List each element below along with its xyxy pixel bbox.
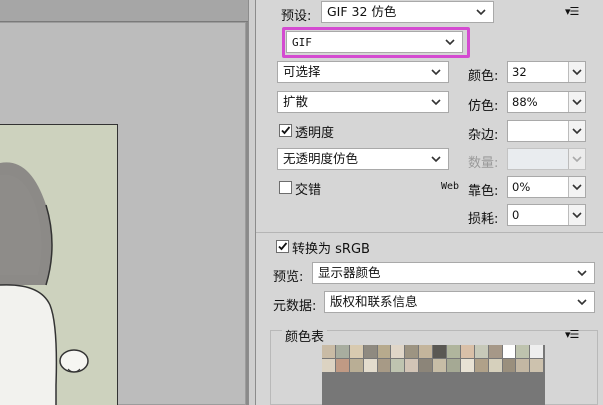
preset-value: GIF 32 仿色 xyxy=(327,4,397,19)
flyout-menu-icon[interactable]: ▾☰ xyxy=(565,5,579,18)
color-swatch[interactable] xyxy=(530,359,545,373)
metadata-label: 元数据: xyxy=(273,299,317,314)
color-swatch[interactable] xyxy=(474,345,489,359)
interlaced-checkbox[interactable] xyxy=(279,181,292,194)
color-swatch[interactable] xyxy=(433,345,448,359)
lossy-value: 0 xyxy=(512,208,520,222)
color-swatch[interactable] xyxy=(447,345,461,359)
preview-select[interactable]: 显示器颜色 xyxy=(312,262,595,284)
color-reduction-select[interactable]: 可选择 xyxy=(277,61,449,83)
chevron-down-icon xyxy=(430,62,442,82)
metadata-value: 版权和联系信息 xyxy=(330,294,418,309)
lossy-combo[interactable]: 0 xyxy=(507,204,586,226)
web-snap-value: 0% xyxy=(512,180,531,194)
chevron-down-icon xyxy=(475,2,487,22)
checkmark-icon xyxy=(281,126,291,135)
preset-select[interactable]: GIF 32 仿色 xyxy=(321,1,494,23)
preview-tab-bar xyxy=(0,0,256,22)
matte-label: 杂边: xyxy=(468,128,499,143)
color-table-label: 颜色表 xyxy=(282,326,328,345)
highlight-annotation xyxy=(282,27,470,58)
chevron-down-icon[interactable] xyxy=(568,177,585,197)
color-swatch[interactable] xyxy=(516,359,531,373)
web-snap-combo[interactable]: 0% xyxy=(507,176,586,198)
color-swatch[interactable] xyxy=(488,345,503,359)
color-swatch[interactable] xyxy=(377,345,392,359)
dither-combo[interactable]: 88% xyxy=(507,91,586,113)
chevron-down-icon[interactable] xyxy=(568,92,585,112)
color-swatch[interactable] xyxy=(460,359,475,373)
color-swatch[interactable] xyxy=(447,359,461,373)
checkmark-icon xyxy=(278,242,288,251)
amount-combo xyxy=(507,148,586,170)
color-swatch[interactable] xyxy=(363,345,378,359)
color-swatch[interactable] xyxy=(502,345,517,359)
transparency-label: 透明度 xyxy=(295,126,335,141)
convert-srgb-label: 转换为 sRGB xyxy=(292,242,370,257)
chevron-down-icon xyxy=(430,92,442,112)
color-swatch[interactable] xyxy=(335,359,350,373)
color-swatch[interactable] xyxy=(391,345,406,359)
dither-algorithm-select[interactable]: 扩散 xyxy=(277,91,449,113)
color-swatch[interactable] xyxy=(530,345,545,359)
preview-label: 预览: xyxy=(273,270,304,285)
interlaced-label: 交错 xyxy=(295,183,322,198)
color-swatch[interactable] xyxy=(322,345,336,359)
color-swatch[interactable] xyxy=(488,359,503,373)
chevron-down-icon xyxy=(576,263,588,283)
matte-combo[interactable] xyxy=(507,120,586,142)
dither-label: 仿色: xyxy=(468,99,499,114)
amount-label: 数量: xyxy=(468,156,499,171)
chevron-down-icon[interactable] xyxy=(568,121,585,141)
dither-algorithm-value: 扩散 xyxy=(283,94,309,109)
color-swatch[interactable] xyxy=(405,359,420,373)
color-swatch[interactable] xyxy=(516,345,531,359)
transparency-dither-select[interactable]: 无透明度仿色 xyxy=(277,148,449,170)
colors-value: 32 xyxy=(512,65,527,79)
web-snap-prefix: Web xyxy=(441,181,460,192)
section-divider xyxy=(256,232,603,233)
chevron-down-icon xyxy=(576,292,588,312)
web-snap-label: 靠色: xyxy=(468,184,499,199)
lossy-label: 损耗: xyxy=(468,212,499,227)
color-swatch[interactable] xyxy=(391,359,406,373)
colors-combo[interactable]: 32 xyxy=(507,61,586,83)
color-swatch[interactable] xyxy=(377,359,392,373)
color-swatch[interactable] xyxy=(419,345,434,359)
color-swatch[interactable] xyxy=(502,359,517,373)
transparency-checkbox[interactable] xyxy=(279,124,292,137)
color-swatch[interactable] xyxy=(474,359,489,373)
chevron-down-icon[interactable] xyxy=(568,205,585,225)
image-preview-area xyxy=(0,0,256,405)
chevron-down-icon[interactable] xyxy=(568,62,585,82)
color-swatch[interactable] xyxy=(335,345,350,359)
cartoon-drawing xyxy=(0,125,117,405)
color-swatch[interactable] xyxy=(349,359,364,373)
color-swatch[interactable] xyxy=(460,345,475,359)
panel-splitter[interactable] xyxy=(248,0,256,405)
preview-image xyxy=(0,124,118,405)
metadata-select[interactable]: 版权和联系信息 xyxy=(324,291,595,313)
flyout-menu-icon[interactable]: ▾☰ xyxy=(565,328,579,341)
color-swatch[interactable] xyxy=(363,359,378,373)
chevron-down-icon xyxy=(568,149,585,169)
color-swatch[interactable] xyxy=(349,345,364,359)
dither-value: 88% xyxy=(512,95,538,109)
color-reduction-value: 可选择 xyxy=(283,64,321,79)
preview-value: 显示器颜色 xyxy=(318,265,381,280)
color-swatch[interactable] xyxy=(419,359,434,373)
convert-srgb-checkbox[interactable] xyxy=(276,240,289,253)
transparency-dither-value: 无透明度仿色 xyxy=(283,151,359,166)
color-table-swatches xyxy=(322,345,545,373)
preset-label: 预设: xyxy=(281,9,312,24)
color-swatch[interactable] xyxy=(433,359,448,373)
colors-label: 颜色: xyxy=(468,69,499,84)
color-swatch[interactable] xyxy=(405,345,420,359)
color-swatch[interactable] xyxy=(322,359,336,373)
chevron-down-icon xyxy=(430,149,442,169)
